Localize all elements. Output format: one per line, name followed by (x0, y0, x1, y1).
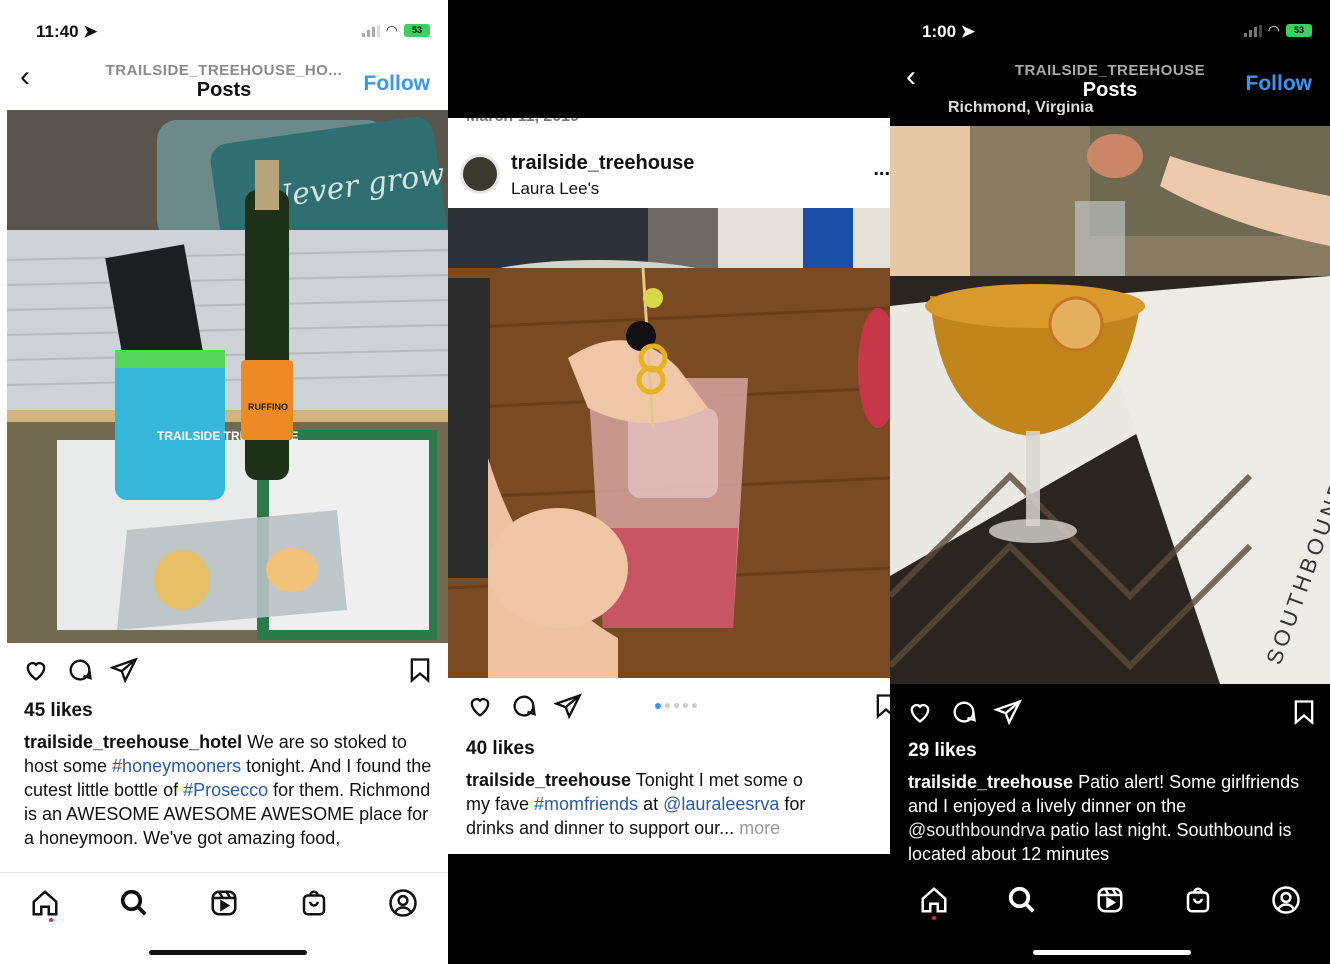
post-caption: trailside_treehouse Tonight I met some o… (466, 770, 806, 838)
shop-icon[interactable] (299, 888, 329, 918)
wifi-icon: ◠ (385, 22, 398, 38)
hashtag-link[interactable]: #Prosecco (183, 780, 268, 800)
home-indicator (1033, 950, 1191, 955)
post-actions (466, 692, 582, 720)
profile-icon[interactable] (1271, 885, 1301, 915)
profile-icon[interactable] (388, 888, 418, 918)
post-actions (906, 698, 1022, 726)
home-icon[interactable] (30, 888, 60, 918)
post-photo[interactable]: Never grow up TRAILSIDE TREEHOUSE RUFFIN… (7, 110, 448, 643)
likes-count[interactable]: 29 likes (908, 740, 977, 762)
mention-link[interactable]: @southboundrva (908, 820, 1045, 840)
home-notification-dot (932, 916, 936, 920)
shop-icon[interactable] (1183, 885, 1213, 915)
mention-link[interactable]: @lauraleesrva (663, 794, 779, 814)
screenshot-panel-2: March 11, 2019 trailside_treehouse Laura… (448, 0, 890, 964)
signal-icon (1243, 24, 1262, 37)
home-notification-dot (49, 918, 53, 922)
carousel-dots (655, 703, 697, 709)
more-link[interactable]: more (739, 818, 780, 838)
caption-username[interactable]: trailside_treehouse (908, 772, 1073, 792)
follow-button[interactable]: Follow (364, 72, 431, 96)
post-username[interactable]: trailside_treehouse (511, 152, 694, 175)
screenshot-panel-3: 1:00 ➤ ◠ 53 ‹ TRAILSIDE_TREEHOUSE Posts … (890, 0, 1330, 964)
hashtag-link[interactable]: #momfriends (534, 794, 638, 814)
wifi-icon: ◠ (1267, 22, 1280, 38)
heart-icon[interactable] (466, 692, 494, 720)
battery-icon: 53 (1286, 24, 1312, 37)
post-location[interactable]: Laura Lee's (511, 179, 599, 199)
status-time: 1:00 ➤ (922, 22, 975, 41)
reels-icon[interactable] (209, 888, 239, 918)
follow-button[interactable]: Follow (1246, 72, 1313, 96)
comment-icon[interactable] (510, 692, 538, 720)
home-icon[interactable] (919, 885, 949, 915)
reels-icon[interactable] (1095, 885, 1125, 915)
bottom-tab-bar (890, 870, 1330, 930)
bookmark-icon[interactable] (872, 692, 890, 720)
heart-icon[interactable] (906, 698, 934, 726)
post-photo[interactable] (448, 208, 890, 678)
caption-username[interactable]: trailside_treehouse (466, 770, 631, 790)
post-menu-button[interactable]: ... (873, 158, 890, 181)
bookmark-icon[interactable] (406, 656, 434, 684)
status-time: 11:40 ➤ (36, 22, 98, 41)
bottle-label: RUFFINO (248, 402, 288, 412)
post-caption: trailside_treehouse_hotel We are so stok… (24, 732, 432, 848)
bookmark-icon[interactable] (1290, 698, 1318, 726)
post-actions (22, 656, 138, 684)
post-location[interactable]: Richmond, Virginia (948, 101, 1094, 115)
search-icon[interactable] (1007, 885, 1037, 915)
post-date: March 11, 2019 (466, 118, 579, 126)
bottom-tab-bar (0, 872, 448, 932)
search-icon[interactable] (119, 888, 149, 918)
post-photo[interactable]: SOUTHBOUND (890, 126, 1330, 684)
likes-count[interactable]: 45 likes (24, 700, 93, 722)
share-icon[interactable] (110, 656, 138, 684)
comment-icon[interactable] (950, 698, 978, 726)
likes-count[interactable]: 40 likes (466, 738, 535, 760)
comment-icon[interactable] (66, 656, 94, 684)
status-icons: ◠ 53 (1243, 22, 1312, 39)
share-icon[interactable] (554, 692, 582, 720)
share-icon[interactable] (994, 698, 1022, 726)
signal-icon (361, 24, 380, 37)
screenshot-panel-1: 11:40 ➤ ◠ 53 ‹ TRAILSIDE_TREEHOUSE_HO...… (0, 0, 448, 964)
status-icons: ◠ 53 (361, 22, 430, 39)
home-indicator (149, 950, 307, 955)
heart-icon[interactable] (22, 656, 50, 684)
caption-username[interactable]: trailside_treehouse_hotel (24, 732, 242, 752)
hashtag-link[interactable]: #honeymooners (112, 756, 241, 776)
post-card: March 11, 2019 trailside_treehouse Laura… (448, 118, 890, 854)
battery-icon: 53 (404, 24, 430, 37)
avatar[interactable] (460, 154, 500, 194)
post-caption: trailside_treehouse Patio alert! Some gi… (908, 772, 1300, 864)
